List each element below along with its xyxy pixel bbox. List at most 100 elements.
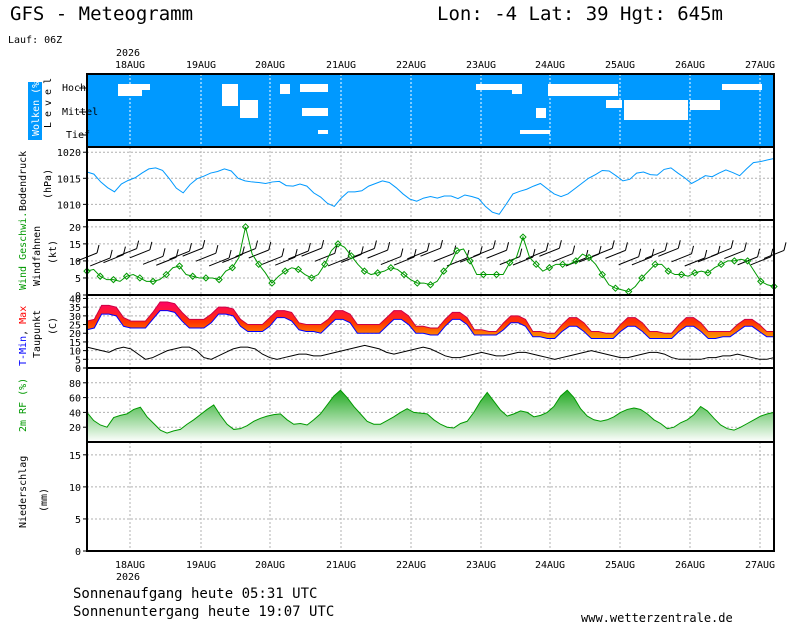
cloud-gap (140, 84, 150, 90)
temp-ylabel: T-Min, Max (18, 306, 29, 366)
wind-barb-flag (109, 249, 113, 259)
y-tick-label: 5 (75, 515, 81, 526)
pressure-series-line (86, 157, 775, 215)
date-label-bottom: 19AUG (186, 560, 216, 571)
year-label-top: 2026 (116, 48, 140, 59)
pressure-frame (86, 146, 775, 221)
cloud-level-mid: Mittel (62, 107, 98, 118)
panel-precip: 0 5 10 15 (69, 441, 775, 558)
wind-barb (433, 253, 454, 262)
cloud-gap (280, 84, 290, 94)
cloud-gap (222, 84, 238, 106)
year-label-bottom: 2026 (116, 572, 140, 583)
date-labels-bottom: 18AUG 19AUG 20AUG 21AUG 22AUG 23AUG 24AUG 25AUG… (115, 560, 775, 571)
wind-barb (684, 257, 705, 267)
date-label-top: 25AUG (605, 60, 635, 71)
wind-barb-flag (664, 242, 668, 251)
y-tick-label: 15 (69, 451, 81, 462)
cloud-level-high: Hoch (62, 83, 86, 94)
wind-barb-flag (188, 243, 192, 252)
wind-barb-flag (136, 240, 140, 249)
wind-barb (592, 247, 613, 257)
wind-barb-flag (704, 249, 708, 259)
wind-barb (208, 257, 230, 267)
clouds-ylabel: Wolken (%) Level (28, 73, 54, 140)
wind-barb-flag (149, 241, 153, 250)
clouds-ylabel-text: Wolken (%) (31, 76, 42, 136)
date-label-top: 24AUG (535, 60, 565, 71)
wind-barb-flag (757, 248, 761, 257)
cloud-gap (548, 84, 618, 96)
clouds-level-label: Level (43, 73, 54, 128)
date-label-bottom: 21AUG (326, 560, 356, 571)
cloud-gap (240, 100, 258, 118)
date-label-bottom: 25AUG (605, 560, 635, 571)
wind-barb (129, 249, 151, 259)
y-tick-label: 1015 (57, 174, 81, 185)
y-tick-label: 0 (75, 547, 81, 558)
date-labels-top: 18AUG 19AUG 20AUG 21AUG 22AUG 23AUG 24AUG 25AUG… (115, 60, 775, 71)
wind-barb (182, 247, 203, 257)
wind-barb-flag (638, 248, 642, 257)
wind-barb (367, 249, 388, 259)
date-label-bottom: 23AUG (466, 560, 496, 571)
wind-barb-flag (519, 248, 523, 257)
wind-ylabel: Wind Geschwi. (18, 212, 29, 290)
wind-unit: (kt) (48, 240, 59, 264)
date-label-bottom: 22AUG (396, 560, 426, 571)
meteogram: GFS - Meteogramm Lon: -4 Lat: 39 Hgt: 64… (8, 3, 787, 625)
tmin-label: T-Min (18, 336, 29, 366)
y-tick-label: 80 (69, 379, 81, 390)
y-tick-label: 10 (69, 483, 81, 494)
precip-frame (86, 441, 775, 552)
wind-barb-flag (783, 242, 787, 251)
rh-ylabel: 2m RF (%) (18, 378, 29, 432)
wind-barb-flag (400, 248, 404, 257)
panel-wind: 05101520 (69, 219, 787, 302)
source-url[interactable]: www.wetterzentrale.de (581, 611, 733, 625)
y-tick-label: 10 (69, 257, 81, 268)
panel-rh: 20 40 60 80 (69, 367, 775, 443)
cloud-gap (722, 84, 762, 90)
tmax-label: Max (18, 306, 29, 324)
date-label-bottom: 26AUG (675, 560, 705, 571)
wind-barb (90, 257, 111, 267)
wind-barb (103, 254, 124, 264)
y-tick-label: 20 (69, 223, 81, 234)
wind-barb-flag (387, 241, 391, 251)
date-label-top: 22AUG (396, 60, 426, 71)
y-tick-label: 1010 (57, 200, 81, 211)
wind-barb (314, 252, 335, 262)
y-tick-label: 40 (69, 294, 81, 305)
y-tick-label: 60 (69, 394, 81, 405)
location-info: Lon: -4 Lat: 39 Hgt: 645m (437, 3, 723, 25)
date-label-top: 20AUG (255, 60, 285, 71)
cloud-gap (690, 100, 720, 110)
windvane-ylabel: Windfahnen (32, 226, 43, 286)
dewpoint-ylabel: Taupunkt (32, 310, 43, 358)
wind-barb (486, 249, 507, 259)
sunrise-text: Sonnenaufgang heute 05:31 UTC (73, 586, 317, 602)
y-tick-label: 5 (75, 274, 81, 285)
wind-barb (605, 249, 626, 259)
run-label: Lauf: 06Z (8, 35, 62, 46)
wind-barb-flag (691, 245, 695, 254)
svg-text:T-Min, Max: T-Min, Max (18, 306, 29, 366)
pressure-ylabel: Bodendruck (18, 151, 29, 211)
wind-barb-flag (255, 240, 259, 249)
wind-barb-flag (228, 249, 232, 259)
date-label-bottom: 20AUG (255, 560, 285, 571)
y-tick-label: 15 (69, 240, 81, 251)
cloud-gap (660, 100, 688, 120)
wind-barb-flag (492, 240, 496, 249)
date-label-bottom: 24AUG (535, 560, 565, 571)
y-tick-label: 40 (69, 408, 81, 419)
y-tick-label: 1020 (57, 148, 81, 159)
wind-barb-flag (281, 248, 285, 257)
rh-area (87, 390, 774, 442)
wind-barb-flag (572, 245, 576, 254)
cloud-gap (300, 84, 328, 92)
cloud-gap (318, 130, 328, 134)
wind-barb (195, 252, 217, 262)
cloud-gap (536, 108, 546, 118)
